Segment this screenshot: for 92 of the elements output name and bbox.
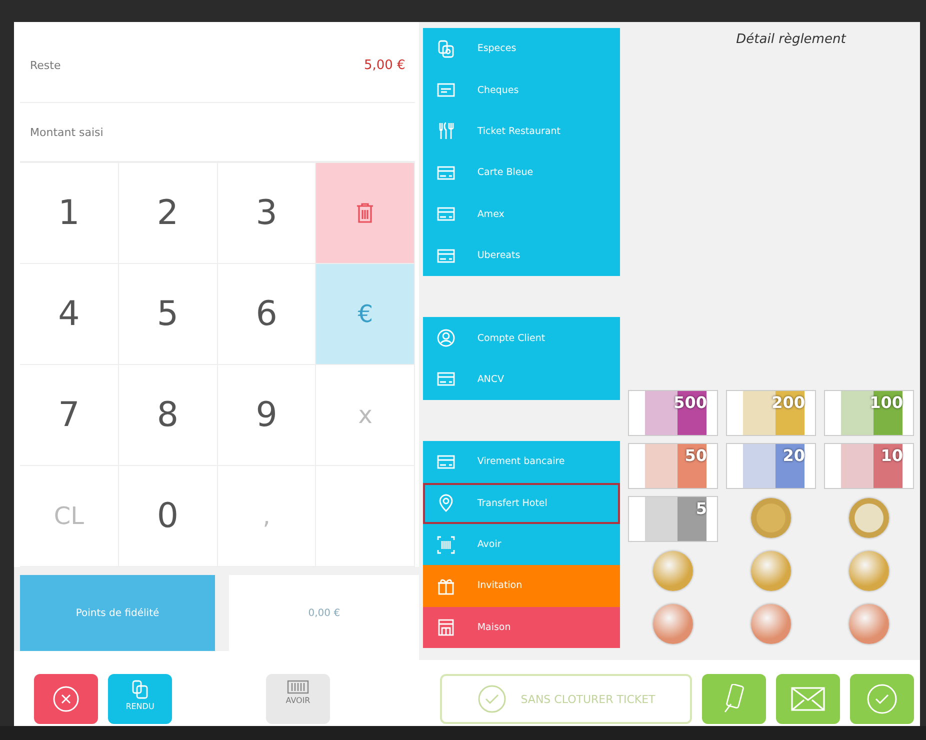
coin[interactable] xyxy=(651,549,695,593)
payment-method-label: Virement bancaire xyxy=(477,456,565,468)
email-button[interactable] xyxy=(776,674,840,724)
payment-method-label: Cheques xyxy=(477,84,519,96)
banknote-value: 50 xyxy=(684,446,707,465)
digit-key[interactable]: 2 xyxy=(118,163,218,264)
payment-method-label: Compte Client xyxy=(477,332,546,344)
barcode-icon xyxy=(437,536,456,554)
envelope-icon xyxy=(791,687,825,711)
coin[interactable] xyxy=(847,496,891,540)
trash-icon xyxy=(356,202,374,224)
barcode-icon xyxy=(287,680,309,694)
user-icon xyxy=(437,329,456,348)
digit-key[interactable]: 0 xyxy=(118,466,218,567)
remaining-value: 5,00 € xyxy=(364,58,406,72)
payment-method[interactable]: Virement bancaire xyxy=(423,441,620,483)
digit-key[interactable]: 4 xyxy=(20,264,119,365)
payment-method[interactable]: Compte Client xyxy=(423,317,620,359)
payment-method-label: ANCV xyxy=(477,374,504,385)
payment-method-label: Avoir xyxy=(477,539,502,550)
delete-key[interactable] xyxy=(316,163,416,264)
credit-button[interactable]: AVOIR xyxy=(266,674,330,724)
payment-method[interactable]: Avoir xyxy=(423,524,620,566)
banknote[interactable]: 10 xyxy=(824,443,914,489)
banknote[interactable]: 50 xyxy=(628,443,718,489)
cheque-icon xyxy=(437,81,456,100)
payment-method-label: Transfert Hotel xyxy=(477,498,548,509)
payment-method[interactable]: Invitation xyxy=(423,565,620,607)
phone-button[interactable] xyxy=(702,674,766,724)
check-circle-icon xyxy=(866,683,898,715)
payment-method[interactable]: Ubereats xyxy=(423,234,620,276)
payment-method[interactable]: ANCV xyxy=(423,358,620,400)
payment-detail-title: Détail règlement xyxy=(735,32,848,47)
payment-method[interactable]: Especes xyxy=(423,28,620,70)
close-icon xyxy=(52,685,80,713)
card-icon xyxy=(437,205,456,224)
pin-icon xyxy=(437,494,456,512)
coin[interactable] xyxy=(847,602,891,646)
entered-amount-field[interactable]: Montant saisi xyxy=(20,103,416,162)
keypad-key[interactable]: , xyxy=(218,466,316,567)
digit-key[interactable]: 1 xyxy=(20,163,119,264)
banknotes-icon xyxy=(437,40,456,58)
digit-key[interactable]: 5 xyxy=(118,264,218,365)
card-icon xyxy=(437,246,456,265)
cancel-button[interactable] xyxy=(34,674,98,724)
banknote-value: 10 xyxy=(880,446,903,465)
cutlery-icon xyxy=(437,122,456,140)
entered-amount-label: Montant saisi xyxy=(30,126,104,138)
remaining-label: Reste xyxy=(30,58,61,72)
payment-method-label: Ubereats xyxy=(477,250,520,262)
payment-method[interactable]: Amex xyxy=(423,194,620,235)
payment-method-label: Ticket Restaurant xyxy=(477,126,560,137)
payment-method[interactable]: Maison xyxy=(423,606,620,648)
gift-icon xyxy=(437,576,456,595)
house-icon xyxy=(437,618,456,636)
banknote[interactable]: 20 xyxy=(726,443,816,489)
banknotes-icon xyxy=(131,680,149,700)
loyalty-points-button[interactable]: Points de fidélité xyxy=(20,575,215,651)
banknote-value: 5 xyxy=(696,499,707,518)
payment-method-label: Invitation xyxy=(477,580,522,592)
coin[interactable] xyxy=(749,549,793,593)
coin[interactable] xyxy=(749,496,793,540)
digit-key[interactable]: 9 xyxy=(218,365,316,466)
digit-key[interactable]: 8 xyxy=(118,365,218,466)
payment-method[interactable]: Ticket Restaurant xyxy=(423,110,620,152)
card-icon xyxy=(437,370,456,388)
euro-key[interactable]: € xyxy=(316,264,416,365)
change-button[interactable]: RENDU xyxy=(108,674,172,724)
card-icon xyxy=(437,164,456,182)
keep-ticket-open-button[interactable]: SANS CLOTURER TICKET xyxy=(440,674,692,724)
coin[interactable] xyxy=(651,602,695,646)
coin[interactable] xyxy=(749,602,793,646)
digit-key[interactable]: 7 xyxy=(20,365,119,466)
keypad-key[interactable]: CL xyxy=(20,466,119,567)
validate-button[interactable] xyxy=(850,674,914,724)
digit-key[interactable]: 6 xyxy=(218,264,316,365)
payment-method[interactable]: Carte Bleue xyxy=(423,152,620,194)
digit-key[interactable]: 3 xyxy=(218,163,316,264)
keypad-key[interactable]: x xyxy=(316,365,416,466)
payment-method[interactable]: Cheques xyxy=(423,69,620,111)
payment-method-label: Especes xyxy=(477,43,516,54)
payment-method-label: Carte Bleue xyxy=(477,167,534,178)
loyalty-value: 0,00 € xyxy=(229,575,420,651)
banknote-value: 20 xyxy=(782,446,805,465)
banknote[interactable]: 5 xyxy=(628,496,718,542)
payment-method-label: Amex xyxy=(477,208,504,220)
card-icon xyxy=(437,452,456,471)
coin[interactable] xyxy=(847,549,891,593)
check-circle-icon xyxy=(476,684,507,714)
payment-method[interactable]: Transfert Hotel xyxy=(423,482,620,524)
phone-icon xyxy=(723,684,745,714)
payment-method-label: Maison xyxy=(477,622,511,633)
